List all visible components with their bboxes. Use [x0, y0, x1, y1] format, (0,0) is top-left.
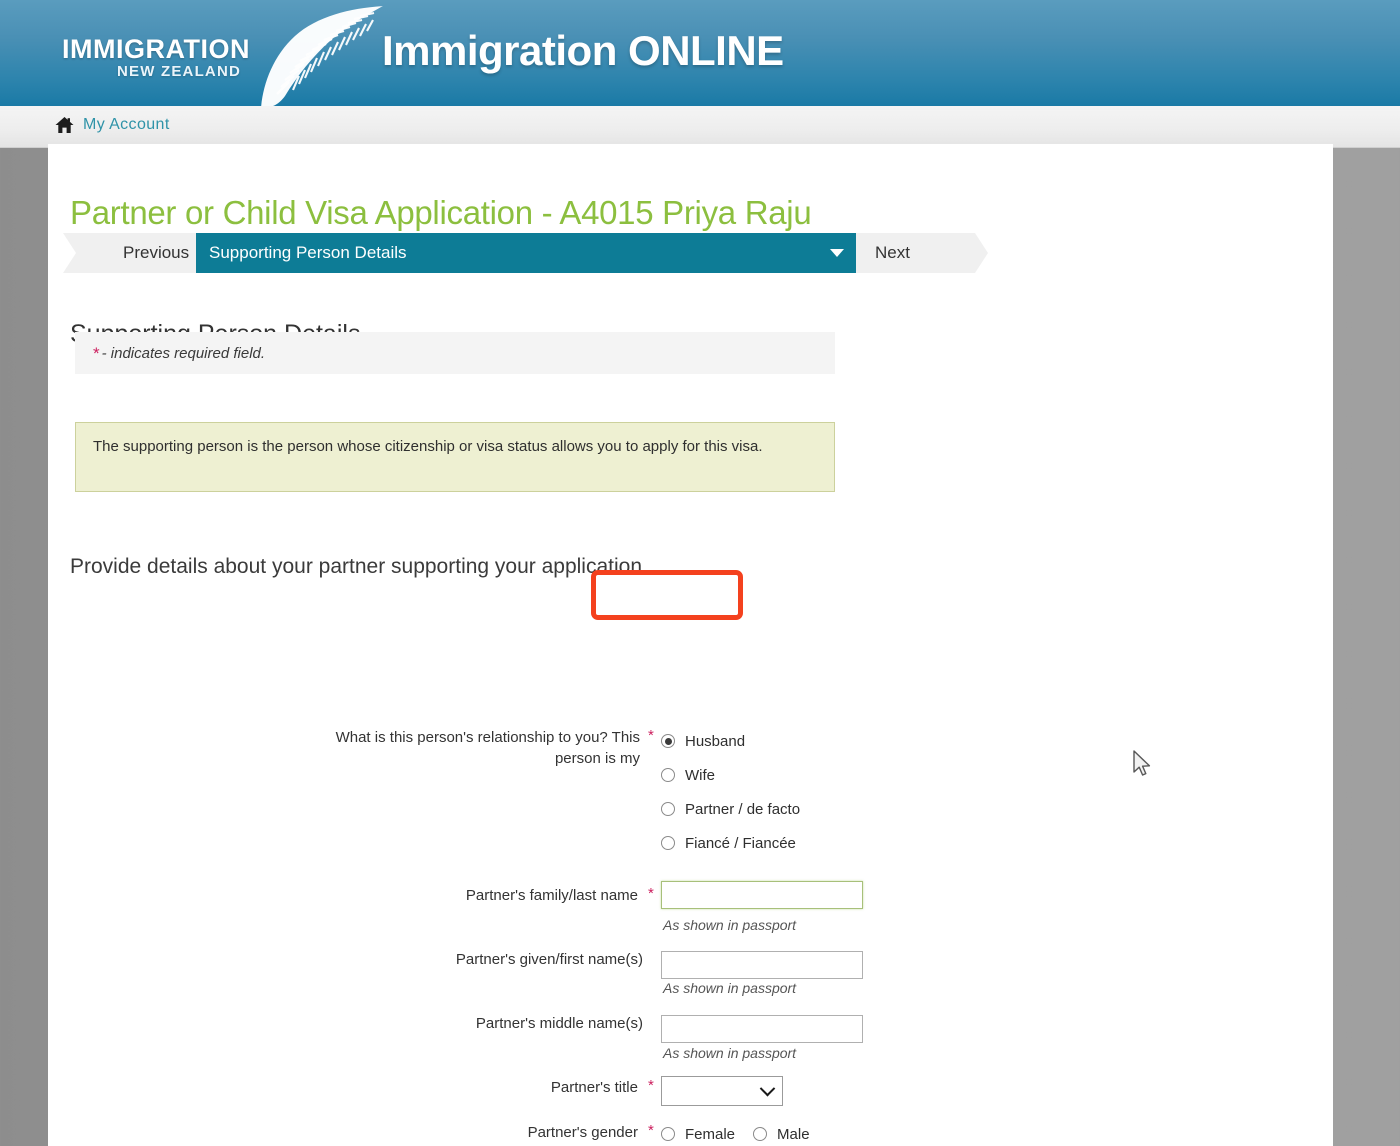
gender-radio-group: Female Male	[661, 1122, 828, 1146]
content-panel: Partner or Child Visa Application - A401…	[48, 144, 1333, 1146]
family-name-required-asterisk: *	[648, 885, 654, 902]
form-heading: Provide details about your partner suppo…	[70, 555, 643, 578]
middle-name-hint: As shown in passport	[663, 1045, 797, 1061]
given-name-hint: As shown in passport	[663, 980, 797, 996]
my-account-link[interactable]: My Account	[55, 116, 170, 134]
radio-option-fiance[interactable]: Fiancé / Fiancée	[661, 826, 800, 860]
radio-option-wife[interactable]: Wife	[661, 758, 800, 792]
relationship-required-asterisk: *	[648, 727, 654, 744]
required-asterisk-icon: *	[93, 343, 100, 363]
app-title: Immigration ONLINE	[382, 27, 784, 74]
title-label: Partner's title	[550, 1079, 638, 1096]
gender-label: Partner's gender	[527, 1124, 638, 1141]
supporting-person-info-box: The supporting person is the person whos…	[75, 422, 835, 492]
home-icon	[55, 117, 74, 133]
required-field-note: * - indicates required field.	[75, 332, 835, 374]
radio-option-husband[interactable]: Husband	[661, 724, 800, 758]
given-name-label: Partner's given/first name(s)	[455, 951, 643, 968]
radio-wife-icon	[661, 768, 675, 782]
relationship-label-line1: What is this person's relationship to yo…	[335, 729, 640, 746]
step-select-dropdown[interactable]: Supporting Person Details	[196, 233, 856, 273]
logo-primary-text: IMMIGRATION	[62, 34, 250, 64]
chevron-down-icon	[759, 1080, 776, 1096]
chevron-down-icon	[830, 249, 844, 257]
site-header-banner: IMMIGRATION NEW ZEALAND Immigration ONLI…	[0, 0, 1400, 106]
relationship-label-line2: person is my	[554, 749, 640, 767]
logo-secondary-text: NEW ZEALAND	[117, 63, 242, 80]
radio-female-label: Female	[685, 1125, 736, 1143]
given-name-input[interactable]	[661, 951, 863, 979]
my-account-label: My Account	[83, 116, 170, 133]
step-navigation-bar: Previous Supporting Person Details Next	[63, 233, 988, 273]
radio-partner-label: Partner / de facto	[685, 800, 801, 818]
radio-option-partner-de-facto[interactable]: Partner / de facto	[661, 792, 800, 826]
title-select[interactable]	[661, 1076, 783, 1106]
required-note-text: - indicates required field.	[101, 344, 266, 362]
page-title: Partner or Child Visa Application - A401…	[70, 194, 812, 232]
previous-button[interactable]: Previous	[123, 233, 189, 273]
radio-male-icon	[753, 1127, 768, 1141]
middle-name-input[interactable]	[661, 1015, 863, 1043]
title-required-asterisk: *	[648, 1077, 654, 1094]
relationship-label: What is this person's relationship to yo…	[278, 728, 640, 769]
family-name-hint: As shown in passport	[663, 917, 797, 933]
silver-fern-icon	[261, 6, 383, 106]
radio-fiance-label: Fiancé / Fiancée	[685, 834, 796, 852]
family-name-label: Partner's family/last name	[465, 887, 638, 904]
inz-logo[interactable]: IMMIGRATION NEW ZEALAND	[62, 6, 383, 106]
radio-wife-label: Wife	[685, 766, 715, 784]
relationship-radio-group: Husband Wife Partner / de facto Fiancé /…	[661, 724, 800, 860]
radio-partner-icon	[661, 802, 675, 816]
mouse-cursor	[1133, 750, 1151, 776]
radio-option-female[interactable]: Female	[661, 1122, 735, 1146]
radio-male-label: Male	[777, 1125, 810, 1143]
radio-fiance-icon	[661, 836, 675, 850]
radio-husband-icon	[661, 734, 675, 748]
gender-required-asterisk: *	[648, 1122, 654, 1139]
family-name-input[interactable]	[661, 881, 863, 909]
radio-husband-label: Husband	[685, 732, 746, 750]
step-select-value: Supporting Person Details	[209, 243, 407, 262]
radio-option-male[interactable]: Male	[753, 1122, 810, 1146]
radio-female-icon	[661, 1127, 675, 1141]
next-button[interactable]: Next	[875, 233, 910, 273]
account-toolbar: My Account	[0, 106, 1400, 148]
middle-name-label: Partner's middle name(s)	[475, 1015, 643, 1032]
